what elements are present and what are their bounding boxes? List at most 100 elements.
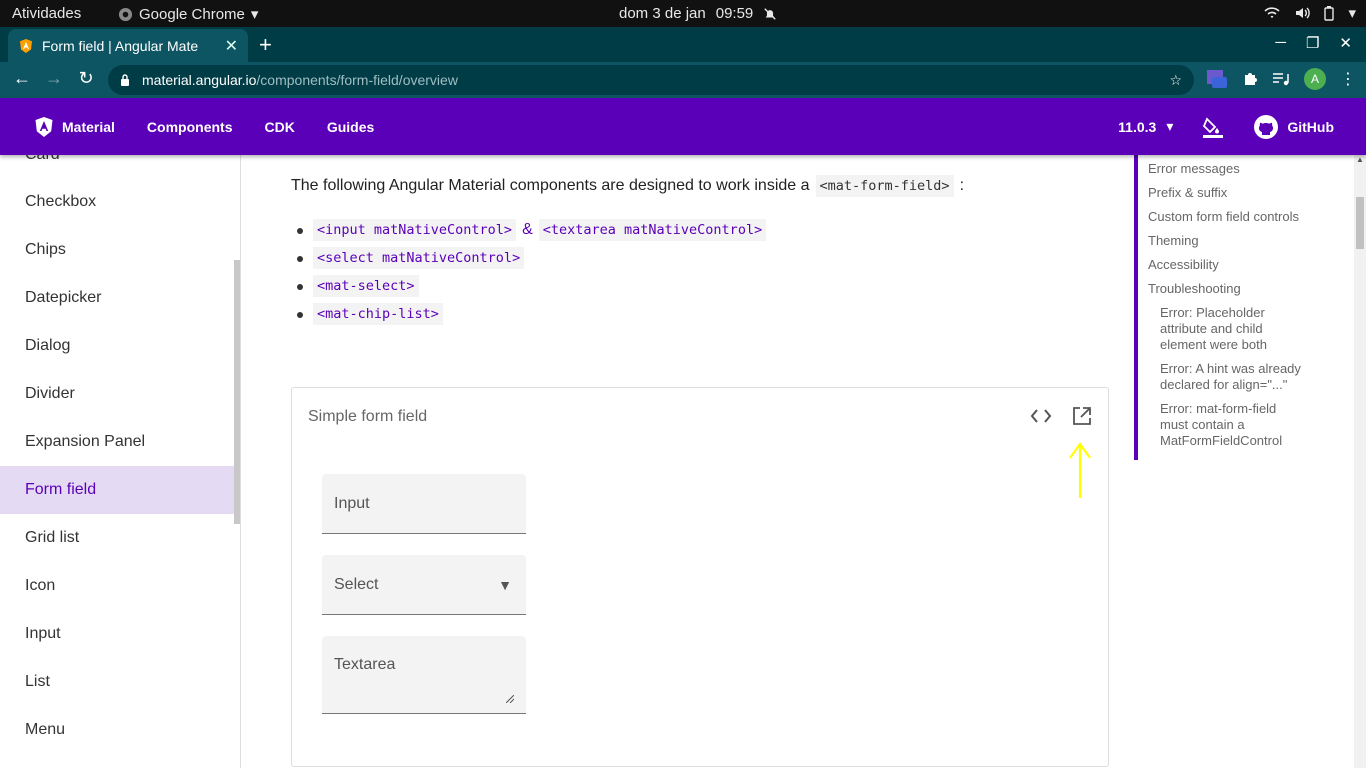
system-tray[interactable]: ▾ (1264, 4, 1356, 22)
intro-text: The following Angular Material component… (291, 177, 810, 194)
open-in-new-icon[interactable] (1072, 406, 1092, 426)
back-icon[interactable]: ← (10, 68, 34, 89)
sidenav-item-menu[interactable]: Menu (0, 706, 236, 754)
forward-icon[interactable]: → (42, 68, 66, 89)
scrollbar-thumb[interactable] (1356, 197, 1364, 249)
nav-components[interactable]: Components (147, 119, 233, 135)
table-of-contents: Error messages Prefix & suffix Custom fo… (1134, 155, 1354, 460)
window-controls: ─ ❐ ✕ (1275, 34, 1352, 52)
toc-link[interactable]: Accessibility (1148, 257, 1306, 272)
main-content: The following Angular Material component… (241, 155, 1134, 768)
profile-avatar[interactable]: A (1304, 68, 1326, 90)
page-scrollbar[interactable]: ▲ (1354, 155, 1366, 768)
toc-sublink[interactable]: Error: A hint was already declared for a… (1160, 361, 1306, 393)
toc-link[interactable]: Prefix & suffix (1148, 185, 1306, 200)
sidenav-item-card[interactable]: Card (0, 155, 236, 179)
chrome-menu-icon[interactable]: ⋮ (1340, 69, 1356, 89)
sidenav-item-form-field[interactable]: Form field (0, 466, 236, 514)
caret-down-icon: ▼ (498, 577, 512, 593)
battery-icon (1324, 5, 1335, 21)
puzzle-extensions-icon[interactable] (1242, 71, 1258, 87)
home-link[interactable]: Material (34, 116, 115, 138)
close-window-icon[interactable]: ✕ (1339, 34, 1352, 52)
volume-icon (1296, 7, 1311, 19)
textarea-field[interactable]: Textarea (322, 636, 526, 714)
angular-logo-icon (35, 116, 53, 137)
select-label: Select (334, 576, 379, 593)
browser-tab-active[interactable]: Form field | Angular Mate ✕ (8, 29, 248, 62)
view-code-icon[interactable] (1030, 406, 1052, 426)
sidenav-item-datepicker[interactable]: Datepicker (0, 274, 236, 322)
sidenav-item-grid-list[interactable]: Grid list (0, 514, 236, 562)
tab-strip: Form field | Angular Mate ✕ + ─ ❐ ✕ (0, 27, 1366, 62)
github-link[interactable]: GitHub (1253, 114, 1334, 140)
browser-toolbar: ← → ↻ material.angular.io/components/for… (0, 62, 1366, 98)
restore-icon[interactable]: ❐ (1306, 34, 1319, 52)
resize-handle-icon[interactable] (506, 695, 514, 703)
app-menu[interactable]: Google Chrome ▾ (118, 5, 258, 23)
annotation-arrow-icon (1069, 442, 1091, 498)
minimize-icon[interactable]: ─ (1275, 34, 1286, 52)
sidenav-item-dialog[interactable]: Dialog (0, 322, 236, 370)
list-item: <mat-select> (296, 272, 766, 300)
list-code: <textarea matNativeControl> (538, 219, 767, 241)
lock-icon (121, 74, 129, 86)
toc-sublink[interactable]: Error: Placeholder attribute and child e… (1160, 305, 1306, 353)
toc-link[interactable]: Custom form field controls (1148, 209, 1306, 224)
toc-link[interactable]: Theming (1148, 233, 1306, 248)
toc-link[interactable]: Error messages (1148, 161, 1306, 176)
date-text: dom 3 de jan (619, 5, 706, 22)
url-text: material.angular.io/components/form-fiel… (142, 72, 458, 88)
site-nav: Material Components CDK Guides (34, 98, 406, 155)
sidenav-item-input[interactable]: Input (0, 610, 236, 658)
sidenav-item-icon[interactable]: Icon (0, 562, 236, 610)
github-icon (1254, 114, 1279, 139)
brand-label: Material (62, 118, 115, 135)
toc-link[interactable]: Troubleshooting (1148, 281, 1306, 296)
caret-down-icon: ▾ (1166, 118, 1174, 134)
media-control-icon[interactable] (1272, 71, 1290, 87)
caret-down-icon: ▾ (250, 6, 259, 23)
list-code: <mat-select> (313, 275, 419, 297)
toc-sublink[interactable]: Error: mat-form-field must contain a Mat… (1160, 401, 1306, 449)
list-item: <input matNativeControl> & <textarea mat… (296, 216, 767, 244)
list-item: <mat-chip-list> (296, 300, 766, 328)
list-code: <mat-chip-list> (313, 303, 443, 325)
clock[interactable]: dom 3 de jan 09:59 (619, 5, 777, 22)
tab-title: Form field | Angular Mate (42, 37, 199, 54)
sidenav-scrollbar[interactable] (234, 260, 240, 524)
nav-cdk[interactable]: CDK (264, 119, 294, 135)
new-tab-icon[interactable]: + (259, 32, 272, 58)
bookmark-star-icon[interactable]: ☆ (1169, 72, 1182, 89)
intro-paragraph: The following Angular Material component… (291, 175, 964, 197)
reload-icon[interactable]: ↻ (74, 68, 98, 89)
example-viewer: Simple form field Input Select ▼ Textare… (291, 387, 1109, 767)
example-actions (1030, 406, 1092, 426)
site-header: Material Components CDK Guides 11.0.3 ▾ … (0, 98, 1366, 155)
sidenav-item-divider[interactable]: Divider (0, 370, 236, 418)
intro-end: : (959, 177, 965, 194)
activities-button[interactable]: Atividades (12, 5, 81, 22)
extension-3d-icon[interactable] (1206, 69, 1228, 89)
sidenav-item-expansion-panel[interactable]: Expansion Panel (0, 418, 236, 466)
version-select[interactable]: 11.0.3 ▾ (1118, 118, 1173, 135)
intro-code: <mat-form-field> (815, 175, 954, 197)
system-menu-caret-icon: ▾ (1348, 5, 1356, 22)
theme-picker-icon[interactable] (1201, 115, 1225, 139)
nav-guides[interactable]: Guides (327, 119, 374, 135)
time-text: 09:59 (715, 5, 754, 22)
address-bar[interactable]: material.angular.io/components/form-fiel… (108, 65, 1194, 95)
header-actions: 11.0.3 ▾ GitHub (1118, 98, 1334, 155)
select-field[interactable]: Select ▼ (322, 555, 526, 615)
input-field[interactable]: Input (322, 474, 526, 534)
sidenav-item-list[interactable]: List (0, 658, 236, 706)
version-label: 11.0.3 (1118, 118, 1157, 135)
list-code: <input matNativeControl> (313, 219, 517, 241)
sidenav-item-chips[interactable]: Chips (0, 226, 236, 274)
sidenav-item-checkbox[interactable]: Checkbox (0, 178, 236, 226)
tab-close-icon[interactable]: ✕ (225, 36, 238, 56)
list-code: <select matNativeControl> (313, 247, 525, 269)
extension-icons: A ⋮ (1206, 68, 1356, 90)
scroll-up-icon[interactable]: ▲ (1356, 155, 1364, 164)
angular-favicon-icon (20, 38, 32, 53)
